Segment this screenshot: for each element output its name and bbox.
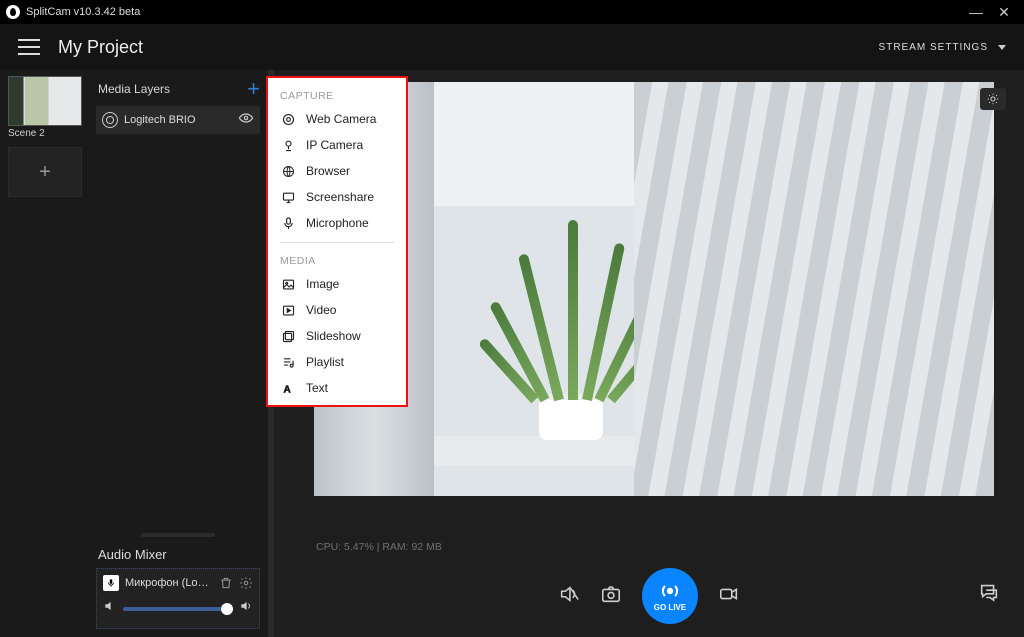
dropdown-item-label: Video [306, 303, 336, 317]
panel-resize-handle[interactable] [141, 533, 215, 537]
dropdown-item-label: Microphone [306, 216, 369, 230]
video-icon [280, 302, 296, 318]
add-layer-button[interactable]: + [247, 83, 260, 95]
dropdown-item-image[interactable]: Image [268, 271, 406, 297]
dropdown-item-label: IP Camera [306, 138, 363, 152]
media-layers-panel: Media Layers + Logitech BRIO Audio Mixer… [90, 70, 268, 637]
visibility-toggle-icon[interactable] [238, 110, 254, 131]
volume-high-icon[interactable] [239, 599, 253, 618]
preview-canvas[interactable] [314, 82, 994, 496]
add-scene-button[interactable]: + [8, 147, 82, 197]
status-text: CPU: 5.47% | RAM: 92 MB [274, 539, 1024, 555]
layer-row[interactable]: Logitech BRIO [96, 106, 260, 134]
dropdown-item-label: Web Camera [306, 112, 376, 126]
slider-knob[interactable] [221, 603, 233, 615]
playlist-icon [280, 354, 296, 370]
microphone-icon [103, 575, 119, 591]
app-title: SplitCam v10.3.42 beta [26, 6, 140, 18]
dropdown-item-label: Text [306, 381, 328, 395]
dropdown-item-text[interactable]: A Text [268, 375, 406, 401]
volume-low-icon[interactable] [103, 599, 117, 618]
webcam-toggle-button[interactable] [718, 583, 740, 610]
window-minimize-button[interactable]: — [962, 4, 990, 20]
dropdown-item-web-camera[interactable]: Web Camera [268, 106, 406, 132]
dropdown-item-label: Screenshare [306, 190, 374, 204]
dropdown-section-header: CAPTURE [268, 84, 406, 106]
svg-text:A: A [283, 384, 290, 395]
dropdown-item-ip-camera[interactable]: IP Camera [268, 132, 406, 158]
dropdown-item-label: Image [306, 277, 339, 291]
audio-mixer-title: Audio Mixer [96, 543, 260, 568]
app-logo-icon [6, 5, 20, 19]
stream-settings-button[interactable]: STREAM SETTINGS [879, 42, 1006, 53]
brightness-button[interactable] [980, 88, 1006, 110]
dropdown-section-header: MEDIA [268, 249, 406, 271]
dropdown-item-playlist[interactable]: Playlist [268, 349, 406, 375]
dropdown-item-slideshow[interactable]: Slideshow [268, 323, 406, 349]
scene-label: Scene 2 [8, 128, 82, 139]
image-icon [280, 276, 296, 292]
menu-hamburger-button[interactable] [18, 39, 40, 55]
broadcast-icon [658, 581, 682, 601]
slideshow-icon [280, 328, 296, 344]
browser-icon [280, 163, 296, 179]
bottom-toolbar: GO LIVE [274, 555, 1024, 637]
window-close-button[interactable]: ✕ [990, 4, 1018, 21]
audio-mixer-card: Микрофон (Logitech... [96, 568, 260, 629]
dropdown-item-screenshare[interactable]: Screenshare [268, 184, 406, 210]
text-icon: A [280, 380, 296, 396]
go-live-button[interactable]: GO LIVE [642, 568, 698, 624]
layer-label: Logitech BRIO [124, 114, 232, 126]
stream-settings-label: STREAM SETTINGS [879, 42, 988, 53]
ip-camera-icon [280, 137, 296, 153]
dropdown-item-label: Playlist [306, 355, 344, 369]
track-settings-icon[interactable] [239, 576, 253, 590]
dropdown-separator [280, 242, 394, 243]
add-layer-dropdown: CAPTURE Web Camera IP Camera Browser Scr… [266, 76, 408, 407]
title-bar: SplitCam v10.3.42 beta — ✕ [0, 0, 1024, 24]
project-title: My Project [58, 37, 143, 58]
scenes-panel: Scene 2 + [0, 70, 90, 637]
microphone-icon [280, 215, 296, 231]
volume-slider[interactable] [123, 607, 233, 611]
chevron-down-icon [998, 45, 1006, 50]
snapshot-button[interactable] [600, 583, 622, 610]
go-live-label: GO LIVE [654, 603, 686, 612]
delete-track-icon[interactable] [219, 576, 233, 590]
camera-source-icon [102, 112, 118, 128]
dropdown-item-browser[interactable]: Browser [268, 158, 406, 184]
chat-button[interactable] [978, 581, 1000, 608]
media-layers-title: Media Layers [98, 82, 247, 96]
dropdown-item-microphone[interactable]: Microphone [268, 210, 406, 236]
scene-thumbnail[interactable] [8, 76, 82, 126]
web-camera-icon [280, 111, 296, 127]
dropdown-item-label: Slideshow [306, 329, 361, 343]
dropdown-item-label: Browser [306, 164, 350, 178]
mute-speaker-button[interactable] [558, 583, 580, 610]
screenshare-icon [280, 189, 296, 205]
dropdown-item-video[interactable]: Video [268, 297, 406, 323]
audio-track-label: Микрофон (Logitech... [125, 577, 213, 589]
header-bar: My Project STREAM SETTINGS [0, 24, 1024, 70]
